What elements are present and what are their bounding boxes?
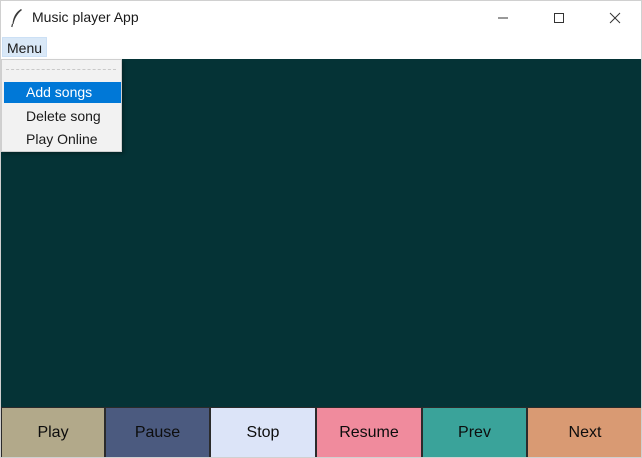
- next-button[interactable]: Next: [527, 407, 641, 457]
- menu-item-play-online[interactable]: Play Online: [4, 129, 121, 150]
- menu-bar: Menu: [1, 36, 641, 58]
- play-button[interactable]: Play: [1, 407, 105, 457]
- prev-button[interactable]: Prev: [422, 407, 527, 457]
- music-player-window: Music player App Menu Add songs Delete s…: [0, 0, 642, 458]
- feather-icon: [10, 8, 24, 28]
- pause-button[interactable]: Pause: [105, 407, 210, 457]
- window-title: Music player App: [32, 9, 139, 25]
- menu-item-delete-song[interactable]: Delete song: [4, 106, 121, 127]
- close-button[interactable]: [587, 1, 641, 35]
- menu-dropdown: Add songs Delete song Play Online: [1, 59, 122, 152]
- title-bar: Music player App: [1, 1, 641, 35]
- maximize-button[interactable]: [531, 1, 587, 35]
- minimize-icon: [498, 17, 508, 19]
- tearoff-line[interactable]: [6, 69, 116, 70]
- control-bar: Play Pause Stop Resume Prev Next: [1, 407, 641, 457]
- close-icon: [609, 12, 621, 24]
- resume-button[interactable]: Resume: [316, 407, 422, 457]
- minimize-button[interactable]: [475, 1, 531, 35]
- stop-button[interactable]: Stop: [210, 407, 316, 457]
- menu-item-add-songs[interactable]: Add songs: [4, 82, 121, 103]
- menu-button[interactable]: Menu: [2, 37, 48, 57]
- maximize-icon: [554, 13, 564, 23]
